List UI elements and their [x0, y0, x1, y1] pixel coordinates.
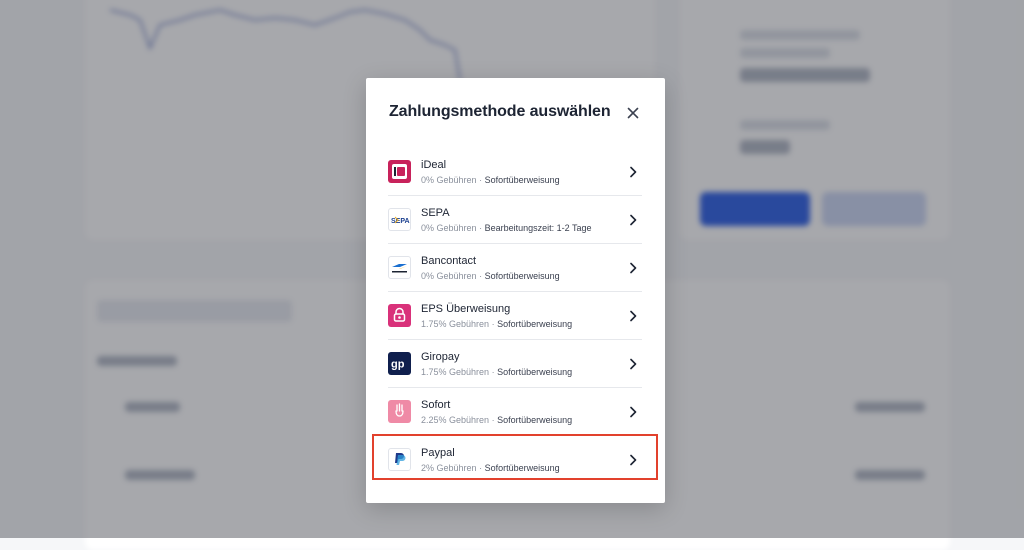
bancontact-logo-icon — [388, 256, 411, 279]
method-details: 0% Gebühren · Sofortüberweisung — [421, 270, 560, 281]
payment-method-eps[interactable]: EPS Überweisung 1.75% Gebühren · Sofortü… — [388, 292, 642, 340]
chevron-right-icon — [630, 262, 637, 273]
method-details: 2.25% Gebühren · Sofortüberweisung — [421, 414, 573, 425]
method-speed: Sofortüberweisung — [497, 366, 573, 377]
payment-method-bancontact[interactable]: Bancontact 0% Gebühren · Sofortüberweisu… — [388, 244, 642, 292]
method-fee: 1.75% Gebühren — [421, 318, 490, 329]
paypal-logo-icon — [388, 448, 411, 471]
ideal-logo-icon — [388, 160, 411, 183]
method-speed: Sofortüberweisung — [497, 318, 573, 329]
method-fee: 0% Gebühren — [421, 174, 477, 185]
method-speed: Sofortüberweisung — [497, 414, 573, 425]
payment-method-paypal[interactable]: Paypal 2% Gebühren · Sofortüberweisung — [388, 436, 642, 483]
method-details: 0% Gebühren · Bearbeitungszeit: 1-2 Tage — [421, 222, 592, 233]
method-fee: 2% Gebühren — [421, 462, 477, 473]
method-details: 1.75% Gebühren · Sofortüberweisung — [421, 366, 573, 377]
method-name: Sofort — [421, 398, 451, 411]
payment-method-sofort[interactable]: Sofort 2.25% Gebühren · Sofortüberweisun… — [388, 388, 642, 436]
payment-method-sepa[interactable]: SEPA SEPA 0% Gebühren · Bearbeitungszeit… — [388, 196, 642, 244]
svg-text:SEPA: SEPA — [391, 218, 410, 225]
chevron-right-icon — [630, 166, 637, 177]
chevron-right-icon — [630, 454, 637, 465]
method-speed: Sofortüberweisung — [484, 270, 560, 281]
method-speed: Sofortüberweisung — [484, 462, 560, 473]
chevron-right-icon — [630, 214, 637, 225]
method-details: 2% Gebühren · Sofortüberweisung — [421, 462, 560, 473]
close-icon — [627, 107, 639, 119]
svg-text:gp: gp — [391, 359, 405, 371]
chevron-right-icon — [630, 358, 637, 369]
method-speed: Bearbeitungszeit: 1-2 Tage — [484, 222, 592, 233]
method-speed: Sofortüberweisung — [484, 174, 560, 185]
method-fee: 0% Gebühren — [421, 222, 477, 233]
giropay-logo-icon: gp — [388, 352, 411, 375]
payment-method-dialog: Zahlungsmethode auswählen iDeal 0% Gebüh… — [366, 78, 665, 503]
method-fee: 1.75% Gebühren — [421, 366, 490, 377]
payment-method-ideal[interactable]: iDeal 0% Gebühren · Sofortüberweisung — [388, 148, 642, 196]
eps-logo-icon — [388, 304, 411, 327]
payment-method-list: iDeal 0% Gebühren · Sofortüberweisung SE… — [388, 148, 642, 483]
dialog-title: Zahlungsmethode auswählen — [389, 103, 611, 120]
sofort-logo-icon — [388, 400, 411, 423]
method-name: Paypal — [421, 446, 455, 459]
chevron-right-icon — [630, 406, 637, 417]
sepa-logo-icon: SEPA — [388, 208, 411, 231]
method-fee: 0% Gebühren — [421, 270, 477, 281]
method-fee: 2.25% Gebühren — [421, 414, 490, 425]
payment-method-giropay[interactable]: gp Giropay 1.75% Gebühren · Sofortüberwe… — [388, 340, 642, 388]
close-button[interactable] — [622, 102, 644, 124]
method-name: EPS Überweisung — [421, 302, 511, 315]
method-name: Giropay — [421, 350, 460, 363]
method-name: SEPA — [421, 206, 450, 219]
method-details: 1.75% Gebühren · Sofortüberweisung — [421, 318, 573, 329]
method-name: Bancontact — [421, 254, 477, 267]
method-details: 0% Gebühren · Sofortüberweisung — [421, 174, 560, 185]
method-name: iDeal — [421, 158, 447, 171]
chevron-right-icon — [630, 310, 637, 321]
